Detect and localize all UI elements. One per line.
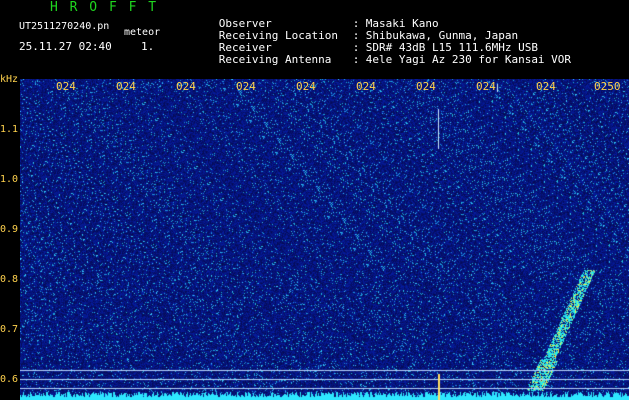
- x-tick-6: 024: [356, 80, 376, 93]
- plot-left-edge: [18, 79, 20, 400]
- x-tick-1: 024: [56, 80, 76, 93]
- meteor-label: meteor: [124, 27, 161, 38]
- x-tick-8: 024: [476, 80, 496, 93]
- x-tick-2: 024: [116, 80, 136, 93]
- y-tick-1-0: 1.0: [0, 174, 19, 185]
- y-tick-0-7: 0.7: [0, 324, 19, 335]
- spectrogram-canvas: [20, 79, 629, 400]
- y-tick-1-1: 1.1: [0, 124, 19, 135]
- spectrogram-plot: [20, 79, 629, 400]
- x-tick-10: 0250: [594, 80, 621, 93]
- file-name: UT2511270240.pn: [19, 21, 110, 32]
- observer-row: Observer: Masaki Kano: [179, 6, 571, 30]
- y-axis-unit: kHz: [0, 74, 19, 85]
- y-tick-0-6: 0.6: [0, 374, 19, 385]
- x-tick-5: 024: [296, 80, 316, 93]
- x-tick-9: 024: [536, 80, 556, 93]
- antenna-value: 4ele Yagi Az 230 for Kansai VOR: [365, 53, 572, 66]
- header-panel: H R O F F T UT2511270240.pn meteor 25.11…: [0, 0, 629, 73]
- record-index: 1.: [141, 40, 155, 53]
- x-tick-4: 024: [236, 80, 256, 93]
- y-tick-0-9: 0.9: [0, 224, 19, 235]
- y-tick-0-8: 0.8: [0, 274, 19, 285]
- x-tick-7: 024: [416, 80, 436, 93]
- station-info: Observer: Masaki Kano Receiving Location:…: [179, 6, 571, 66]
- antenna-sep: :: [352, 53, 360, 66]
- antenna-label: Receiving Antenna: [218, 53, 332, 66]
- app-title: H R O F F T: [50, 0, 159, 15]
- x-tick-3: 024: [176, 80, 196, 93]
- date-time: 25.11.27 02:40: [19, 40, 112, 53]
